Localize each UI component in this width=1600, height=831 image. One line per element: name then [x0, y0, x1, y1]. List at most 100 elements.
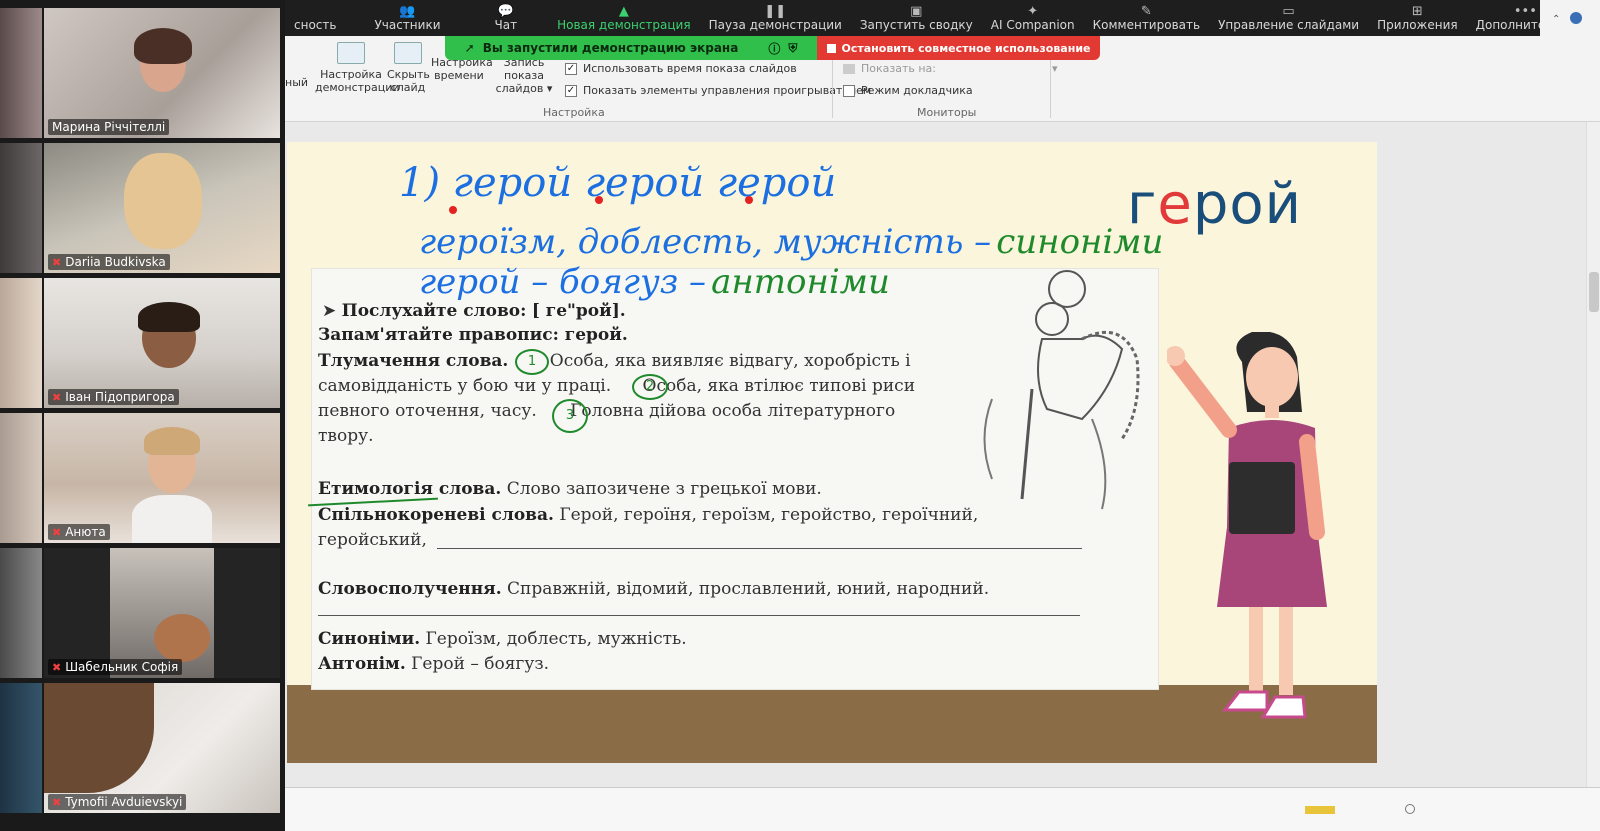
handwritten-line-3: герой – боягуз – антоніми	[419, 262, 890, 302]
mic-muted-icon: ✖	[52, 795, 62, 809]
account-icon[interactable]	[1570, 12, 1582, 24]
toolbar-chat[interactable]: 💬 Чат	[486, 4, 527, 32]
book-meaning-line-3: певного оточення, часу. Головна дійова о…	[318, 401, 896, 421]
participant-name: ✖ Шабельник Софія	[48, 659, 183, 675]
mic-muted-icon: ✖	[52, 660, 62, 674]
monitor-icon	[843, 63, 855, 74]
fill-in-line	[437, 548, 1082, 549]
record-show-button[interactable]: Запись показа слайдов ▾	[487, 56, 561, 95]
book-antonym-line: Антонім. Герой – боягуз.	[318, 654, 550, 674]
participant-name: Марина Річчітеллі	[48, 119, 170, 135]
share-icon: ➚	[464, 41, 475, 55]
stress-mark-dot	[745, 196, 753, 204]
toolbar-pause-share[interactable]: ❚❚ Пауза демонстрации	[700, 4, 851, 32]
stop-share-button[interactable]: Остановить совместное использование	[817, 36, 1100, 60]
toolbar-apps[interactable]: ⊞ Приложения	[1368, 4, 1467, 32]
apps-icon: ⊞	[1411, 4, 1423, 19]
participant-hair	[138, 302, 200, 332]
participant-tile[interactable]: ✖ Tymofii Avduievskyi	[44, 683, 280, 813]
participant-name: ✖ Іван Підопригора	[48, 389, 179, 405]
toolbar-start-summary[interactable]: ▣ Запустить сводку	[851, 4, 982, 32]
handwritten-circle-1: 1	[515, 349, 549, 375]
book-cognate-line-2: геройський,	[318, 530, 427, 550]
presenter-view-checkbox[interactable]: Режим докладчика	[843, 84, 973, 97]
participant-face	[154, 614, 210, 662]
pen-icon: ✎	[1140, 4, 1152, 19]
participant-tile[interactable]: ✖ Іван Підопригора	[44, 278, 280, 408]
ppt-status-bar	[285, 787, 1600, 831]
handwritten-circle-3: 3	[552, 399, 588, 433]
summary-icon: ▣	[910, 4, 923, 19]
setup-show-icon	[337, 42, 365, 64]
checkbox-unchecked	[843, 84, 855, 97]
book-synonyms-line: Синоніми. Героїзм, доблесть, мужність.	[318, 629, 687, 649]
textbook-scan: ➤ Послухайте слово: [ ге"рой]. Запам'ята…	[308, 269, 1158, 689]
toolbar-slide-control[interactable]: ▭ Управление слайдами	[1209, 4, 1368, 32]
book-remember-line: Запам'ятайте правопис: герой.	[318, 325, 628, 345]
video-strip	[0, 683, 42, 813]
people-icon: 👥	[399, 4, 416, 19]
stress-mark-dot	[595, 196, 603, 204]
setup-show-button[interactable]: Настройка демонстрации	[315, 42, 400, 94]
chevron-up-icon[interactable]: ⌃	[1552, 14, 1560, 25]
mic-muted-icon: ✖	[52, 525, 62, 539]
video-strip	[0, 278, 42, 408]
handwritten-line-2: героїзм, доблесть, мужність – синоніми	[419, 222, 1164, 262]
participant-tile[interactable]: ✖ Dariia Budkivska	[44, 143, 280, 273]
stress-mark-dot	[449, 206, 457, 214]
knight-sketch-illustration	[983, 270, 1140, 510]
hide-slide-button[interactable]: Скрыть слайд	[387, 42, 430, 94]
handwritten-line-1: 1) герой герой герой	[399, 160, 837, 206]
toolbar-security[interactable]: сность	[285, 18, 345, 32]
window-corner: ⌃	[1540, 0, 1600, 36]
participant-tile[interactable]: ✖ Шабельник Софія	[44, 548, 280, 678]
participant-hair	[144, 427, 200, 455]
toolbar-annotate[interactable]: ✎ Комментировать	[1084, 4, 1209, 32]
book-listen-line: ➤ Послухайте слово: [ ге"рой].	[322, 301, 626, 321]
scrollbar-thumb[interactable]	[1589, 272, 1599, 312]
zoom-slider-knob[interactable]	[1405, 804, 1415, 814]
participant-hair	[134, 28, 192, 64]
group-monitors-label: Мониторы	[917, 106, 977, 119]
mic-muted-icon: ✖	[52, 390, 62, 404]
group-setup-label: Настройка	[543, 106, 605, 119]
checkbox-checked: ✓	[565, 62, 577, 75]
vertical-scrollbar[interactable]	[1586, 122, 1600, 787]
monitor-select[interactable]: Показать на: ▾	[843, 62, 1058, 75]
participant-gallery: Марина Річчітеллі ✖ Dariia Budkivska ✖ Іва…	[0, 0, 285, 831]
video-strip	[0, 143, 42, 273]
participant-name: ✖ Dariia Budkivska	[48, 254, 170, 270]
book-meaning-line-2: самовідданість у бою чи у праці. Особа, …	[318, 376, 916, 396]
toolbar-new-share[interactable]: ▲ Новая демонстрация	[548, 4, 700, 32]
show-controls-checkbox[interactable]: ✓ Показать элементы управления проигрыват…	[565, 84, 871, 97]
toolbar-ai-companion[interactable]: ✦ AI Companion	[982, 4, 1084, 32]
use-timings-checkbox[interactable]: ✓ Использовать время показа слайдов	[565, 62, 797, 75]
participant-shirt	[132, 495, 212, 543]
video-strip	[0, 548, 42, 678]
share-screen-icon: ▲	[618, 4, 629, 19]
chat-icon: 💬	[497, 4, 514, 19]
participant-face	[124, 153, 202, 249]
mic-muted-icon: ✖	[52, 255, 62, 269]
handwritten-circle-2: 2	[632, 374, 668, 400]
toolbar-participants[interactable]: 👥 Участники	[365, 4, 449, 32]
checkbox-checked: ✓	[565, 84, 577, 97]
video-strip	[0, 8, 42, 138]
book-meaning-line-4: твору.	[318, 426, 374, 446]
slides-icon: ▭	[1282, 4, 1295, 19]
participant-tile[interactable]: ✖ Анюта	[44, 413, 280, 543]
info-icon[interactable]: ⓘ	[768, 40, 780, 57]
participant-name: ✖ Tymofii Avduievskyi	[48, 794, 187, 810]
shield-icon[interactable]: ⛨	[788, 41, 797, 56]
zoom-meeting-toolbar: сность 👥 Участники 💬 Чат ▲ Новая демонстрац…	[285, 0, 1575, 36]
slide-canvas: герой ➤ Послухайте слово: [ ге"рой]. Зап…	[287, 142, 1377, 763]
fill-in-line	[318, 615, 1080, 616]
book-phrases-line: Словосполучення. Справжній, відомий, про…	[318, 579, 990, 599]
teacher-illustration	[1167, 332, 1327, 719]
pause-icon: ❚❚	[764, 4, 787, 19]
more-icon: •••	[1513, 4, 1537, 19]
stop-icon	[826, 43, 836, 53]
book-meaning-line-1: Тлумачення слова. Особа, яка виявляє від…	[318, 351, 911, 371]
participant-tile[interactable]: Марина Річчітеллі	[44, 8, 280, 138]
status-indicator	[1305, 806, 1335, 814]
